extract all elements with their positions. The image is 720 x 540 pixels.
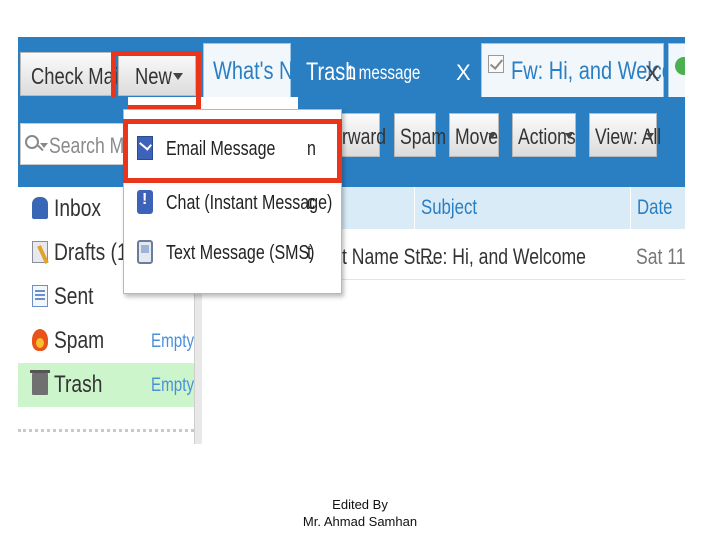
email-message-highlight <box>123 119 342 183</box>
search-input[interactable]: Search Mail... <box>20 123 157 165</box>
mail-client-screenshot: Check Mail New What's New Trash 1 messag… <box>18 37 685 444</box>
drafts-icon <box>32 241 48 263</box>
chevron-down-icon <box>40 143 48 148</box>
spam-button[interactable]: Spam <box>394 113 446 157</box>
credit-line: Edited By <box>332 497 388 512</box>
folder-label: Sent <box>54 283 94 310</box>
folder-spam[interactable]: Spam Empty <box>18 319 194 363</box>
trash-icon <box>30 370 50 395</box>
empty-spam-link[interactable]: Empty <box>151 331 194 353</box>
credit-caption: Edited By Mr. Ahmad Samhan <box>0 496 720 530</box>
menu-item-shortcut: c <box>307 192 315 214</box>
message-date: Sat 11/1 <box>636 244 685 269</box>
inbox-icon <box>32 197 48 219</box>
tab-trash[interactable]: Trash 1 message X <box>298 43 474 97</box>
tab-fw-message[interactable]: Fw: Hi, and Welcome X <box>481 43 685 97</box>
chevron-down-icon <box>488 133 496 139</box>
search-icon <box>25 135 39 149</box>
forward-button[interactable]: rward <box>336 113 386 157</box>
spam-label: Spam <box>400 124 446 149</box>
tab-trash-count: 1 message <box>346 63 421 84</box>
chevron-down-icon <box>565 133 573 139</box>
tab-whats-new[interactable]: What's New <box>203 43 319 97</box>
chat-icon <box>137 190 153 214</box>
chevron-down-icon <box>646 133 654 139</box>
column-date[interactable]: Date <box>630 187 685 229</box>
sent-icon <box>32 285 48 307</box>
column-subject-label: Subject <box>421 196 478 219</box>
mobile-phone-icon <box>137 240 153 264</box>
folder-label: Trash <box>54 371 103 398</box>
folder-label: Spam <box>54 327 105 354</box>
move-button[interactable]: Move <box>449 113 499 157</box>
menu-item-chat[interactable]: Chat (Instant Message) c <box>124 178 341 228</box>
folder-trash[interactable]: Trash Empty <box>18 363 194 407</box>
actions-button[interactable]: Actions <box>512 113 576 157</box>
divider <box>18 429 194 432</box>
check-mail-button[interactable]: Check Mail <box>20 52 122 96</box>
check-mail-label: Check Mail <box>31 63 123 89</box>
menu-item-text-message[interactable]: Text Message (SMS) t <box>124 228 341 278</box>
empty-trash-link[interactable]: Empty <box>151 375 194 397</box>
spam-icon <box>32 329 48 351</box>
close-icon[interactable]: X <box>645 61 660 87</box>
credit-author: Mr. Ahmad Samhan <box>302 514 418 529</box>
menu-item-label: Text Message (SMS) <box>166 242 315 264</box>
forward-label: rward <box>342 124 387 149</box>
column-date-label: Date <box>637 196 673 219</box>
menu-item-shortcut: t <box>307 242 312 264</box>
column-subject[interactable]: Subject <box>414 187 630 229</box>
tab-partial[interactable] <box>668 43 685 97</box>
checkbox-icon <box>488 55 504 73</box>
folder-label: Inbox <box>54 195 101 222</box>
folder-label-text: Drafts <box>54 239 106 266</box>
view-all-button[interactable]: View: All <box>589 113 661 157</box>
status-icon <box>675 57 685 75</box>
message-subject: Re: Hi, and Welcome <box>420 244 586 269</box>
close-icon[interactable]: X <box>456 60 471 86</box>
